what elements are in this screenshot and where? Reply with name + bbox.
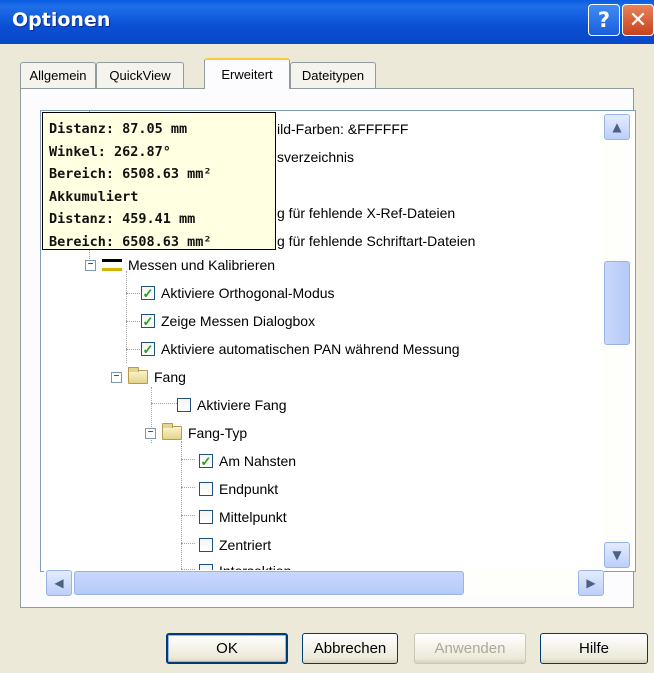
tree-item-zentriert[interactable]: Zentriert	[199, 533, 271, 557]
tab-erweitert[interactable]: Erweitert	[204, 58, 290, 89]
tooltip-accumulated-heading: Akkumuliert	[49, 188, 139, 205]
tree-item-label: Fang-Typ	[188, 425, 248, 441]
tree-item-fang-typ[interactable]: − Fang-Typ	[145, 421, 247, 445]
help-title-button[interactable]: ?	[588, 4, 620, 36]
tree-item-label: sverzeichnis	[277, 149, 355, 165]
tree-item-partial[interactable]: g für fehlende Schriftart-Dateien	[277, 229, 475, 253]
tree-item-mittelpunkt[interactable]: Mittelpunkt	[199, 505, 287, 529]
checkbox-icon[interactable]: ✓	[141, 286, 155, 300]
tree-item-messen-kalibrieren[interactable]: − Messen und Kalibrieren	[85, 253, 275, 277]
title-bar: Optionen ? ✕	[0, 0, 654, 44]
tree-line	[181, 487, 195, 488]
checkbox-icon[interactable]	[199, 482, 213, 496]
collapse-icon[interactable]: −	[111, 371, 122, 383]
checkbox-icon[interactable]	[199, 510, 213, 524]
tree-item-label: g für fehlende X-Ref-Dateien	[277, 205, 456, 221]
checkbox-icon[interactable]: ✓	[141, 314, 155, 328]
close-button[interactable]: ✕	[622, 4, 654, 36]
tree-item-orthogonal[interactable]: ✓ Aktiviere Orthogonal-Modus	[141, 281, 335, 305]
help-button[interactable]: Hilfe	[540, 633, 648, 664]
folder-icon	[162, 423, 182, 440]
tree-line	[126, 349, 140, 350]
checkbox-icon[interactable]: ✓	[199, 454, 213, 468]
tab-dateitypen[interactable]: Dateitypen	[290, 62, 376, 88]
tree-item-label: Messen und Kalibrieren	[128, 257, 276, 273]
scroll-left-button[interactable]: ◀	[46, 570, 72, 596]
folder-icon	[128, 367, 148, 384]
arrow-right-icon: ▶	[586, 576, 596, 590]
tree-line	[126, 293, 140, 294]
ok-button[interactable]: OK	[166, 633, 288, 664]
tree-item-label: Zentriert	[219, 537, 272, 553]
collapse-icon[interactable]: −	[145, 427, 156, 439]
tree-item-aktiviere-fang[interactable]: Aktiviere Fang	[177, 393, 286, 417]
measurement-tooltip: Distanz: 87.05 mm Winkel: 262.87° Bereic…	[42, 112, 276, 250]
tree-item-partial[interactable]: sverzeichnis	[277, 145, 354, 169]
checkbox-icon[interactable]	[199, 538, 213, 552]
tree-item-label: Mittelpunkt	[219, 509, 287, 525]
tree-line	[181, 459, 195, 460]
tab-label: Allgemein	[29, 68, 87, 83]
tree-item-auto-pan[interactable]: ✓ Aktiviere automatischen PAN während Me…	[141, 337, 460, 361]
tree-item-label: Fang	[154, 369, 186, 385]
tree-item-endpunkt[interactable]: Endpunkt	[199, 477, 278, 501]
tree-item-am-nahsten[interactable]: ✓ Am Nahsten	[199, 449, 296, 473]
scroll-down-button[interactable]: ▼	[604, 542, 630, 568]
tree-item-label: ild-Farben: &FFFFFF	[277, 121, 409, 137]
scroll-up-button[interactable]: ▲	[604, 114, 630, 140]
tab-label: Erweitert	[221, 67, 273, 82]
tooltip-angle: Winkel: 262.87°	[49, 143, 171, 160]
tooltip-distance: Distanz: 87.05 mm	[49, 121, 188, 137]
tree-item-label: g für fehlende Schriftart-Dateien	[277, 233, 476, 249]
tree-line	[126, 321, 140, 322]
checkbox-icon[interactable]: ✓	[141, 342, 155, 356]
tree-line	[151, 403, 177, 404]
vertical-scrollbar[interactable]: ▲ ▼	[602, 114, 631, 568]
tab-label: QuickView	[109, 68, 171, 83]
question-icon: ?	[597, 8, 611, 32]
arrow-left-icon: ◀	[54, 576, 64, 590]
checkbox-icon[interactable]	[177, 398, 191, 412]
tree-item-label: Endpunkt	[219, 481, 279, 497]
tooltip-accumulated-distance: Distanz: 459.41 mm	[49, 211, 196, 227]
apply-button[interactable]: Anwenden	[414, 633, 526, 664]
tab-quickview[interactable]: QuickView	[96, 62, 184, 88]
tree-item-fang[interactable]: − Fang	[111, 365, 186, 389]
horizontal-scrollbar[interactable]: ◀ ▶	[44, 570, 604, 596]
arrow-down-icon: ▼	[612, 548, 622, 562]
horizontal-scroll-thumb[interactable]	[74, 571, 464, 595]
tree-item-label: Aktiviere Fang	[197, 397, 287, 413]
cancel-button[interactable]: Abbrechen	[302, 633, 398, 664]
arrow-up-icon: ▲	[612, 120, 622, 134]
tree-item-label: Am Nahsten	[219, 453, 297, 469]
tab-label: Dateitypen	[301, 68, 365, 83]
tree-line	[181, 515, 195, 516]
tree-line	[181, 543, 195, 544]
tree-item-partial[interactable]: ild-Farben: &FFFFFF	[277, 117, 408, 141]
tree-item-label: Aktiviere Orthogonal-Modus	[161, 285, 335, 301]
tooltip-accumulated-area: Bereich: 6508.63 mm²	[49, 233, 212, 250]
tree-item-messen-dialogbox[interactable]: ✓ Zeige Messen Dialogbox	[141, 309, 315, 333]
tree-item-label: Zeige Messen Dialogbox	[161, 313, 316, 329]
tree-item-partial[interactable]: g für fehlende X-Ref-Dateien	[277, 201, 455, 225]
tooltip-area: Bereich: 6508.63 mm²	[49, 166, 212, 182]
window-title: Optionen	[12, 9, 111, 31]
collapse-icon[interactable]: −	[85, 259, 96, 271]
tree-line	[181, 441, 182, 571]
scroll-right-button[interactable]: ▶	[578, 570, 604, 596]
vertical-scroll-thumb[interactable]	[604, 261, 630, 345]
tree-item-label: Aktiviere automatischen PAN während Mess…	[161, 341, 460, 357]
tab-allgemein[interactable]: Allgemein	[20, 62, 96, 88]
ruler-icon	[102, 259, 122, 271]
close-icon: ✕	[628, 7, 648, 33]
